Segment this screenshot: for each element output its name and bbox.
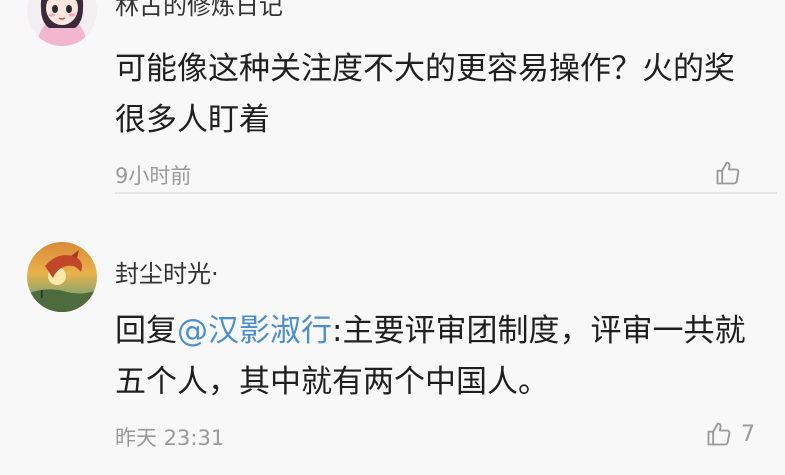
sunset-dragon-avatar-icon <box>27 242 97 312</box>
mention-link[interactable]: @汉影淑行 <box>177 313 332 349</box>
like-count: 7 <box>741 421 755 447</box>
thumbs-up-icon <box>705 420 733 448</box>
user-avatar[interactable] <box>27 242 97 312</box>
username[interactable]: 封尘时光· <box>115 254 219 289</box>
reply-prefix: 回复 <box>115 313 177 349</box>
thumbs-up-icon <box>714 159 742 187</box>
cartoon-girl-avatar-icon <box>27 0 97 46</box>
comment-body: 可能像这种关注度不大的更容易操作？火的奖很多人盯着 <box>115 51 735 138</box>
divider <box>115 192 777 194</box>
comment-time: 昨天 23:31 <box>115 426 225 450</box>
user-avatar[interactable] <box>27 0 97 46</box>
comment-time: 9小时前 <box>115 164 192 188</box>
username[interactable]: 林古的修炼日记 <box>115 0 283 21</box>
like-button[interactable]: 7 <box>705 420 755 448</box>
like-button[interactable] <box>714 159 750 187</box>
comment-text: 可能像这种关注度不大的更容易操作？火的奖很多人盯着 <box>115 44 755 146</box>
comment-text: 回复@汉影淑行:主要评审团制度，评审一共就五个人，其中就有两个中国人。 <box>115 306 755 408</box>
comment-item: 林古的修炼日记 可能像这种关注度不大的更容易操作？火的奖很多人盯着 9小时前 <box>0 0 785 216</box>
comment-item: 封尘时光· 回复@汉影淑行:主要评审团制度，评审一共就五个人，其中就有两个中国人… <box>0 230 785 475</box>
